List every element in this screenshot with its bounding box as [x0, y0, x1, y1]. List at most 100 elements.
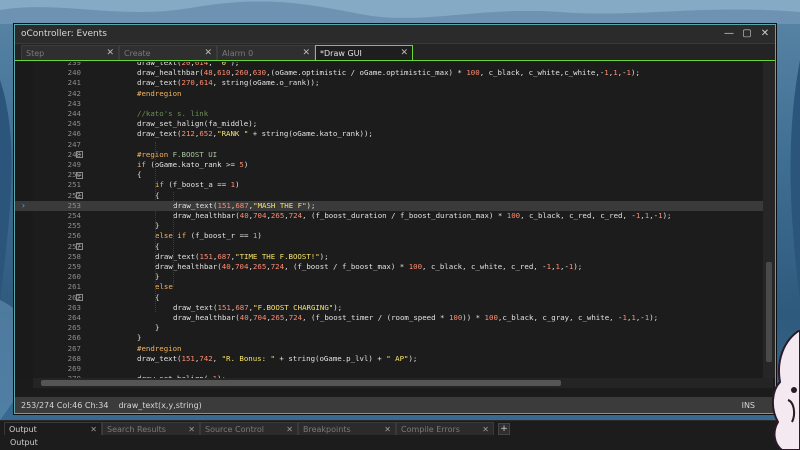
- code-line[interactable]: 259 draw_healthbar(40,704,265,724, (f_boo…: [15, 262, 763, 272]
- code-line[interactable]: 260}: [15, 272, 763, 282]
- close-tab-icon[interactable]: ✕: [482, 425, 489, 434]
- code-text: if (f_boost_a == 1): [155, 180, 240, 190]
- current-code-line[interactable]: 253 › draw_text(151,687,"MASH THE F");: [15, 200, 763, 211]
- line-number: 261: [67, 282, 81, 292]
- code-text: draw_text(212,652,"RANK " + string(oGame…: [137, 129, 373, 139]
- line-number: 268: [67, 353, 81, 363]
- code-line[interactable]: 263 draw_text(151,687,"F.BOOST CHARGING")…: [15, 303, 763, 313]
- cursor-position: 253/274 Col:46 Ch:34: [21, 400, 109, 410]
- tab-draw-gui[interactable]: *Draw GUI ✕: [315, 45, 413, 60]
- window-titlebar[interactable]: oController: Events — ▢ ✕: [15, 25, 775, 44]
- close-tab-icon[interactable]: ✕: [286, 425, 293, 434]
- tab-label: Create: [124, 48, 151, 58]
- add-tab-icon[interactable]: +: [498, 423, 510, 435]
- code-text: draw_text(151,687,"F.BOOST CHARGING");: [173, 302, 343, 312]
- tab-output[interactable]: Output ✕: [4, 422, 102, 435]
- code-line[interactable]: 268 draw_text(151,742, "R. Bonus: " + str…: [15, 354, 763, 364]
- line-number: 259: [67, 262, 81, 271]
- fold-toggle-icon[interactable]: −: [76, 171, 83, 179]
- code-line[interactable]: 240 draw_healthbar(48,610,260,630,(oGame.…: [15, 68, 763, 78]
- code-line[interactable]: 246 draw_text(212,652,"RANK " + string(oG…: [15, 129, 763, 139]
- line-number: 263: [67, 302, 81, 312]
- fold-toggle-icon[interactable]: −: [76, 243, 83, 251]
- code-line[interactable]: 267 #endregion: [15, 344, 763, 354]
- tab-alarm-0[interactable]: Alarm 0 ✕: [217, 45, 315, 60]
- code-line[interactable]: 269: [15, 364, 763, 374]
- fold-toggle-icon[interactable]: −: [76, 192, 83, 200]
- code-line[interactable]: 266}: [15, 333, 763, 343]
- code-text: draw_text(151,687,"MASH THE F");: [173, 200, 316, 210]
- close-icon[interactable]: ✕: [759, 28, 771, 40]
- line-number: 258: [67, 251, 81, 261]
- tab-label: Source Control: [205, 424, 264, 434]
- code-line[interactable]: 252−{: [15, 191, 763, 201]
- line-number: 249: [67, 160, 81, 169]
- line-number: 260: [67, 272, 81, 282]
- code-line[interactable]: 262−{: [15, 293, 763, 303]
- code-text: #endregion: [137, 88, 182, 98]
- code-line[interactable]: 264 draw_healthbar(40,704,265,724, (f_boo…: [15, 313, 763, 323]
- code-line[interactable]: 243: [15, 99, 763, 109]
- code-line[interactable]: 254 draw_healthbar(40,704,265,724, (f_boo…: [15, 211, 763, 221]
- code-text: #region F.BOOST UI: [137, 149, 218, 159]
- code-text: {: [137, 170, 142, 180]
- maximize-icon[interactable]: ▢: [741, 28, 753, 40]
- close-tab-icon[interactable]: ✕: [106, 48, 114, 58]
- code-line[interactable]: 261 else: [15, 282, 763, 292]
- tab-step[interactable]: Step ✕: [21, 45, 119, 60]
- close-tab-icon[interactable]: ✕: [302, 48, 310, 58]
- close-tab-icon[interactable]: ✕: [90, 425, 97, 434]
- horizontal-scrollbar[interactable]: [33, 378, 773, 388]
- minimize-icon[interactable]: —: [723, 28, 735, 40]
- code-line[interactable]: 242 #endregion: [15, 89, 763, 99]
- code-line[interactable]: 244 //kato's s. link: [15, 109, 763, 119]
- code-line[interactable]: 256 else if (f_boost_r == 1): [15, 231, 763, 241]
- code-line[interactable]: 257−{: [15, 242, 763, 252]
- tab-source-control[interactable]: Source Control ✕: [200, 422, 298, 435]
- tab-create[interactable]: Create ✕: [119, 45, 217, 60]
- close-tab-icon[interactable]: ✕: [188, 425, 195, 434]
- bottom-tab-bar: Output ✕ Search Results ✕ Source Control…: [0, 421, 800, 435]
- code-editor[interactable]: 239 draw_text(20,614, "0"); 240 draw_health…: [15, 62, 775, 378]
- code-text: //kato's s. link: [137, 109, 209, 118]
- code-text: draw_healthbar(40,704,265,724, (f_boost_…: [173, 313, 659, 322]
- code-line[interactable]: 258 draw_text(151,687,"TIME THE F.BOOST!"…: [15, 252, 763, 262]
- line-number: 255: [67, 221, 81, 231]
- code-line[interactable]: 250−{: [15, 170, 763, 180]
- line-number: 244: [67, 109, 81, 118]
- vertical-scrollbar[interactable]: [763, 62, 775, 378]
- code-line[interactable]: 249 if (oGame.kato_rank >= 5): [15, 160, 763, 170]
- code-line[interactable]: 255}: [15, 221, 763, 231]
- indent-guide: [155, 142, 156, 312]
- status-bar: 253/274 Col:46 Ch:34 draw_text(x,y,strin…: [15, 397, 775, 413]
- code-text: if (oGame.kato_rank >= 5): [137, 160, 249, 169]
- line-number: 269: [67, 364, 81, 373]
- code-line[interactable]: 251 if (f_boost_a == 1): [15, 180, 763, 190]
- line-number: 267: [67, 343, 81, 353]
- close-tab-icon[interactable]: ✕: [400, 48, 408, 58]
- code-line[interactable]: 248− #region F.BOOST UI: [15, 150, 763, 160]
- code-text: }: [155, 323, 160, 333]
- code-line[interactable]: 265}: [15, 323, 763, 333]
- code-line[interactable]: 245 draw_set_halign(fa_middle);: [15, 119, 763, 129]
- code-line[interactable]: 247: [15, 140, 763, 150]
- code-text: draw_healthbar(40,704,265,724, (f_boost_…: [173, 211, 672, 220]
- tab-search-results[interactable]: Search Results ✕: [102, 422, 200, 435]
- tab-breakpoints[interactable]: Breakpoints ✕: [298, 422, 396, 435]
- code-line[interactable]: 241 draw_text(270,614, string(oGame.o_ran…: [15, 78, 763, 88]
- code-text: draw_set_halign(fa_middle);: [137, 119, 258, 129]
- tab-label: Output: [9, 424, 37, 434]
- vertical-scrollbar-thumb[interactable]: [766, 262, 772, 362]
- window-controls: — ▢ ✕: [723, 28, 771, 40]
- fold-toggle-icon[interactable]: −: [76, 151, 83, 159]
- horizontal-scrollbar-thumb[interactable]: [41, 380, 561, 386]
- code-text: draw_healthbar(48,610,260,630,(oGame.opt…: [137, 68, 640, 78]
- close-tab-icon[interactable]: ✕: [204, 48, 212, 58]
- tab-compile-errors[interactable]: Compile Errors ✕: [396, 422, 494, 435]
- line-number: 245: [67, 119, 81, 129]
- line-number: 256: [67, 231, 81, 241]
- event-tab-bar: Step ✕ Create ✕ Alarm 0 ✕ *Draw GUI ✕: [15, 44, 775, 61]
- code-text: draw_healthbar(40,704,265,724, (f_boost …: [155, 262, 583, 271]
- close-tab-icon[interactable]: ✕: [384, 425, 391, 434]
- fold-toggle-icon[interactable]: −: [76, 294, 83, 302]
